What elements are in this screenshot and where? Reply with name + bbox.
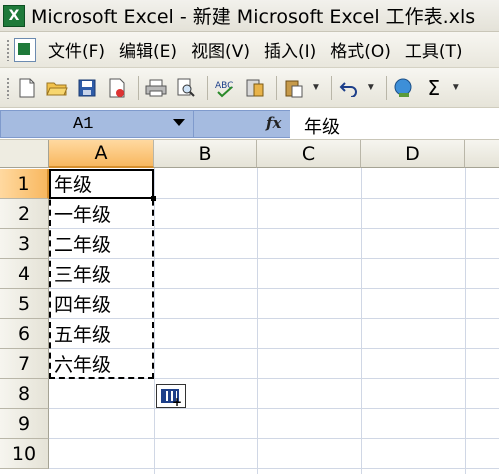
row-header-4[interactable]: 4 bbox=[0, 259, 49, 289]
fill-handle[interactable] bbox=[151, 196, 156, 201]
row-header-6[interactable]: 6 bbox=[0, 319, 49, 349]
paste-options-icon[interactable] bbox=[156, 384, 186, 409]
name-box-dropdown-icon[interactable] bbox=[173, 119, 185, 126]
hyperlink-icon[interactable] bbox=[391, 75, 417, 101]
standard-toolbar: ABC ▼ ▼ Σ ▼ bbox=[0, 68, 499, 108]
column-header-a[interactable]: A bbox=[49, 140, 154, 168]
grid-line bbox=[49, 468, 499, 469]
toolbar-separator bbox=[207, 75, 208, 100]
toolbar-separator bbox=[330, 75, 332, 100]
row-header-10[interactable]: 10 bbox=[0, 439, 49, 469]
name-box[interactable]: A1 bbox=[0, 110, 194, 138]
menu-edit[interactable]: 编辑(E) bbox=[119, 37, 177, 62]
toolbar-separator bbox=[138, 75, 139, 100]
new-icon[interactable] bbox=[14, 75, 40, 101]
save-icon[interactable] bbox=[74, 75, 100, 101]
print-preview-icon[interactable] bbox=[173, 75, 199, 101]
menu-grip-icon[interactable] bbox=[6, 38, 10, 61]
grid-line bbox=[49, 438, 499, 439]
column-header-e[interactable] bbox=[465, 140, 499, 168]
print-icon[interactable] bbox=[143, 75, 169, 101]
row-header-8[interactable]: 8 bbox=[0, 379, 49, 409]
toolbar-separator bbox=[385, 75, 387, 100]
autosum-dropdown-icon[interactable]: ▼ bbox=[451, 82, 461, 93]
column-header-c[interactable]: C bbox=[257, 140, 361, 168]
menu-bar: 文件(F) 编辑(E) 视图(V) 插入(I) 格式(O) 工具(T) bbox=[0, 32, 499, 68]
title-bar: X Microsoft Excel - 新建 Microsoft Excel 工… bbox=[0, 0, 499, 32]
row-header-2[interactable]: 2 bbox=[0, 199, 49, 229]
column-header-d[interactable]: D bbox=[361, 140, 465, 168]
grid-line bbox=[465, 168, 466, 474]
grid-line bbox=[49, 408, 499, 409]
workbook-icon[interactable] bbox=[14, 37, 36, 62]
row-header-7[interactable]: 7 bbox=[0, 349, 49, 379]
row-header-9[interactable]: 9 bbox=[0, 409, 49, 439]
grid-line bbox=[361, 168, 362, 474]
menu-file[interactable]: 文件(F) bbox=[48, 37, 105, 62]
menu-view[interactable]: 视图(V) bbox=[191, 37, 250, 62]
undo-dropdown-icon[interactable]: ▼ bbox=[366, 82, 376, 93]
menu-format[interactable]: 格式(O) bbox=[330, 37, 391, 62]
spelling-icon[interactable]: ABC bbox=[212, 75, 238, 101]
name-box-value: A1 bbox=[73, 114, 94, 134]
row-header-3[interactable]: 3 bbox=[0, 229, 49, 259]
paste-icon[interactable] bbox=[281, 75, 307, 101]
row-header-1[interactable]: 1 bbox=[0, 169, 49, 199]
grid-line bbox=[257, 168, 258, 474]
column-header-b[interactable]: B bbox=[154, 140, 257, 168]
insert-function-icon[interactable]: fx bbox=[266, 114, 281, 132]
copy-marquee bbox=[49, 169, 154, 379]
formula-bar: A1 fx 年级 bbox=[0, 108, 499, 140]
autosum-icon[interactable]: Σ bbox=[421, 75, 447, 101]
toolbar-separator bbox=[276, 75, 277, 100]
insert-function-area: fx bbox=[194, 110, 290, 138]
paste-dropdown-icon[interactable]: ▼ bbox=[311, 82, 321, 93]
menu-tools[interactable]: 工具(T) bbox=[405, 37, 463, 62]
select-all-button[interactable] bbox=[0, 140, 49, 168]
formula-input[interactable]: 年级 bbox=[304, 113, 340, 139]
research-icon[interactable] bbox=[242, 75, 268, 101]
menu-insert[interactable]: 插入(I) bbox=[264, 37, 316, 62]
row-header-5[interactable]: 5 bbox=[0, 289, 49, 319]
undo-icon[interactable] bbox=[336, 75, 362, 101]
window-title: Microsoft Excel - 新建 Microsoft Excel 工作表… bbox=[31, 6, 476, 28]
permission-icon[interactable] bbox=[104, 75, 130, 101]
active-cell-border bbox=[49, 169, 154, 199]
toolbar-grip-icon[interactable] bbox=[6, 76, 10, 99]
worksheet-grid: A B C D 1 2 3 4 5 6 7 8 9 10 年级 一年级 二年级 … bbox=[0, 140, 499, 474]
open-icon[interactable] bbox=[44, 75, 70, 101]
grid-line bbox=[154, 168, 155, 474]
excel-icon[interactable]: X bbox=[3, 4, 25, 27]
